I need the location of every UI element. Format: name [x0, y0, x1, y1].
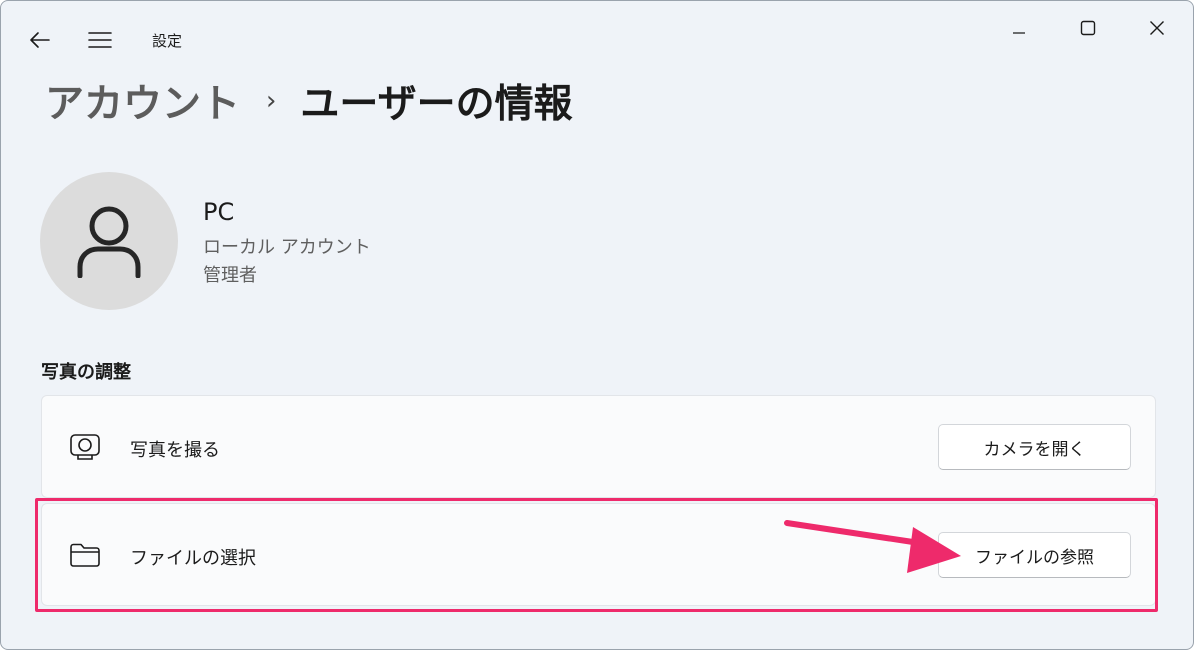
app-title: 設定: [152, 32, 183, 50]
breadcrumb: アカウント › ユーザーの情報: [45, 73, 573, 129]
minimize-icon: [1013, 32, 1025, 34]
maximize-icon: [1080, 20, 1096, 36]
take-photo-label: 写真を撮る: [130, 440, 220, 461]
breadcrumb-separator-icon: ›: [266, 86, 277, 116]
maximize-button[interactable]: [1054, 9, 1122, 47]
user-role: 管理者: [203, 265, 257, 286]
choose-file-row: ファイルの選択 ファイルの参照: [41, 503, 1156, 606]
user-name: PC: [203, 198, 235, 226]
choose-file-label: ファイルの選択: [130, 548, 256, 569]
browse-files-button[interactable]: ファイルの参照: [938, 532, 1131, 578]
close-icon: [1150, 21, 1164, 35]
take-photo-row: 写真を撮る カメラを開く: [41, 395, 1156, 498]
open-camera-button[interactable]: カメラを開く: [938, 424, 1131, 470]
camera-icon: [68, 432, 102, 462]
person-icon: [77, 206, 141, 278]
page-title: ユーザーの情報: [300, 82, 573, 127]
account-type: ローカル アカウント: [203, 237, 371, 258]
breadcrumb-parent-link[interactable]: アカウント: [45, 73, 240, 129]
hamburger-menu-icon: [88, 32, 112, 48]
section-title-photo: 写真の調整: [41, 362, 131, 383]
back-button[interactable]: [23, 25, 57, 55]
settings-window: 設定 アカウント › ユーザーの情報 PC ローカル アカウント 管理者 写真の…: [0, 0, 1194, 650]
minimize-button[interactable]: [985, 9, 1053, 47]
close-button[interactable]: [1123, 9, 1191, 47]
navigation-menu-button[interactable]: [83, 25, 117, 55]
avatar: [40, 172, 178, 310]
back-arrow-icon: [30, 32, 50, 48]
folder-icon: [68, 540, 102, 570]
